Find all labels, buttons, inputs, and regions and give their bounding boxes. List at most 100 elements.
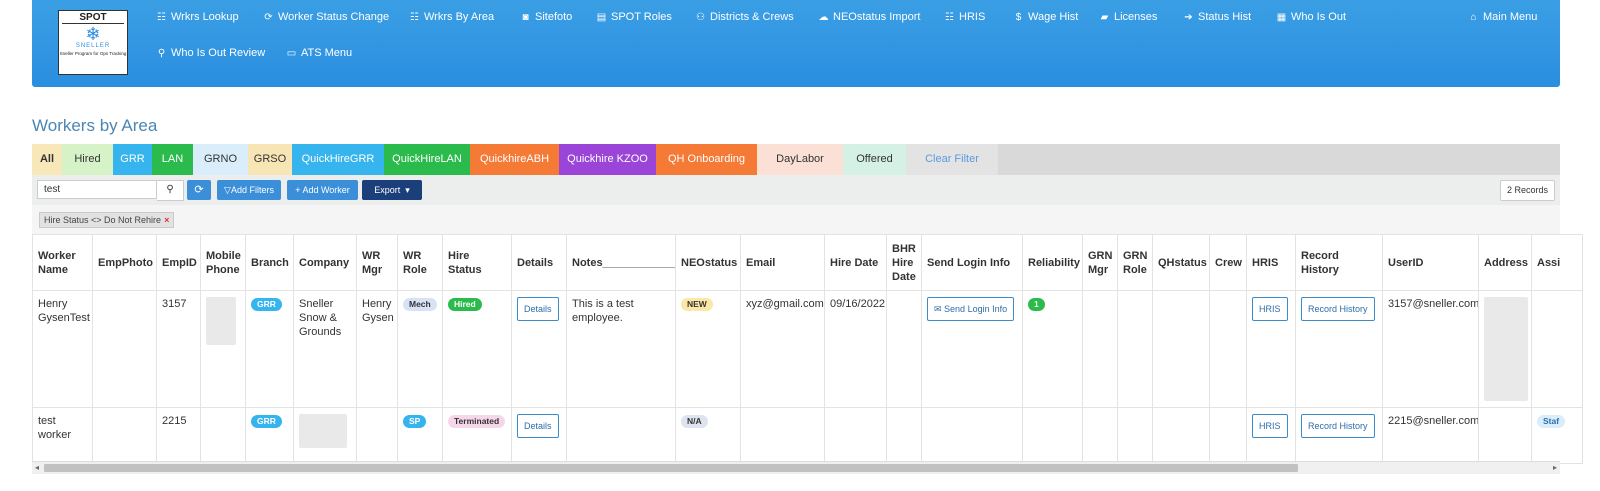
column-header[interactable]: Details [511,234,567,291]
users-icon: ☷ [945,12,954,23]
send-login-label: Send Login Info [944,304,1008,314]
column-header[interactable]: Email [740,234,825,291]
company-cell [293,407,357,464]
bhr-hire-date-cell [886,407,922,464]
scroll-left-icon[interactable]: ◂ [35,462,39,474]
column-header[interactable]: UserID [1382,234,1479,291]
nav-link-ats-menu[interactable]: ▭ ATS Menu [286,47,352,59]
nav-link-label: Districts & Crews [710,11,794,23]
close-icon[interactable]: × [164,215,169,225]
nav-link-wrkrs-by-area[interactable]: ☷ Wrkrs By Area [409,11,494,23]
tab-grr[interactable]: GRR [113,144,152,175]
horizontal-scrollbar[interactable]: ◂ ▸ [32,461,1560,474]
filter-chip-label: Hire Status <> Do Not Rehire [44,215,162,225]
scroll-right-icon[interactable]: ▸ [1553,462,1557,474]
table-row[interactable]: test worker 2215 GRR SP Terminated Detai… [32,407,1583,464]
nav-link-label: Wrkrs By Area [424,11,495,23]
column-header[interactable]: Worker Name [32,234,93,291]
nav-link-wrkrs-lookup[interactable]: ☷ Wrkrs Lookup [156,11,239,23]
search-input[interactable]: test [37,180,157,199]
tab-grno[interactable]: GRNO [193,144,248,175]
nav-link-hris[interactable]: ☷ HRIS [944,11,985,23]
column-header[interactable]: Assi [1531,234,1583,291]
column-header[interactable]: NEOstatus [675,234,741,291]
column-header[interactable]: Company [293,234,357,291]
details-button[interactable]: Details [517,297,559,321]
nav-link-status-hist[interactable]: ➔ Status Hist [1183,11,1251,23]
column-header[interactable]: GRN Role [1117,234,1153,291]
search-icon[interactable]: ⚲ [157,180,184,201]
assignment-cell [1531,290,1583,408]
column-header[interactable]: WR Role [397,234,443,291]
column-header[interactable]: Crew [1209,234,1247,291]
tab-lan[interactable]: LAN [152,144,193,175]
cloud-upload-icon: ☁ [818,12,829,23]
table-row[interactable]: Henry GysenTest 3157 GRR Sneller Snow & … [32,290,1583,408]
grn-mgr-cell [1082,407,1118,464]
notes-cell [566,407,676,464]
spot-logo[interactable]: SPOT ❄ SNELLER Sneller Program for Ops T… [58,10,128,75]
tab-hired[interactable]: Hired [62,144,113,175]
nav-link-worker-status-change[interactable]: ⟳ Worker Status Change [263,11,389,23]
column-header[interactable]: Mobile Phone [200,234,246,291]
nav-link-main-menu[interactable]: ⌂ Main Menu [1468,11,1537,23]
column-header[interactable]: BHR Hire Date [886,234,922,291]
nav-link-districts-crews[interactable]: ⚇ Districts & Crews [695,11,794,23]
worker-name-cell: test worker [32,407,93,464]
nav-link-wage-hist[interactable]: $ Wage Hist [1013,11,1079,23]
tab-qh-onboarding[interactable]: QH Onboarding [656,144,757,175]
column-header[interactable]: Notes____________ [566,234,676,291]
tab-offered[interactable]: Offered [843,144,906,175]
details-cell: Details [511,407,567,464]
nav-link-who-is-out[interactable]: ▦ Who Is Out [1276,11,1346,23]
details-button[interactable]: Details [517,414,559,438]
column-header[interactable]: Hire Status [442,234,512,291]
record-history-button[interactable]: Record History [1301,297,1375,321]
column-header[interactable]: Send Login Info [921,234,1023,291]
tab-quickhire-kzoo[interactable]: Quickhire KZOO [559,144,656,175]
document-icon: ▤ [596,12,607,23]
tab-grso[interactable]: GRSO [248,144,292,175]
tab-all[interactable]: All [32,144,62,175]
nav-link-who-is-out-review[interactable]: ⚲ Who Is Out Review [156,47,265,59]
add-filters-button[interactable]: ▽Add Filters [217,180,281,200]
column-header[interactable]: Reliability [1022,234,1083,291]
record-history-button[interactable]: Record History [1301,414,1375,438]
column-header[interactable]: EmpPhoto [92,234,157,291]
column-header[interactable]: EmpID [156,234,201,291]
add-filters-label: Add Filters [230,185,274,195]
tab-clear-filter[interactable]: Clear Filter [906,144,998,175]
export-button[interactable]: Export ▾ [362,180,422,200]
nav-link-label: Wrkrs Lookup [171,11,239,23]
email-cell [740,407,825,464]
column-header[interactable]: WR Mgr [356,234,398,291]
nav-link-neostatus-import[interactable]: ☁ NEOstatus Import [818,11,921,23]
column-header[interactable]: Hire Date [824,234,887,291]
active-filters-bar: Hire Status <> Do Not Rehire × [32,205,1560,234]
column-header[interactable]: GRN Mgr [1082,234,1118,291]
status-badge: Hired [448,298,482,311]
hris-button[interactable]: HRIS [1252,414,1288,438]
hris-button[interactable]: HRIS [1252,297,1288,321]
nav-link-sitefoto[interactable]: ◙ Sitefoto [520,11,572,23]
column-header[interactable]: Branch [245,234,294,291]
logo-tagline: Sneller Program for Ops Tracking [59,51,127,56]
tab-daylabor[interactable]: DayLabor [757,144,843,175]
hire-date-cell [824,407,887,464]
nav-link-licenses[interactable]: ▰ Licenses [1099,11,1158,23]
column-header[interactable]: HRIS [1246,234,1296,291]
add-worker-button[interactable]: + Add Worker [287,180,358,200]
column-header[interactable]: QHstatus [1152,234,1210,291]
hris-cell: HRIS [1246,407,1296,464]
tab-quickhiregrr[interactable]: QuickHireGRR [292,144,384,175]
column-header[interactable]: Address [1478,234,1532,291]
tab-quickhireabh[interactable]: QuickhireABH [470,144,559,175]
send-login-button[interactable]: ✉ Send Login Info [927,297,1015,321]
column-header[interactable]: Record History [1295,234,1383,291]
refresh-button[interactable]: ⟳ [187,180,211,200]
tab-quickhirelan[interactable]: QuickHireLAN [384,144,470,175]
sign-out-icon: ➔ [1184,12,1193,23]
nav-link-spot-roles[interactable]: ▤ SPOT Roles [596,11,672,23]
scrollbar-thumb[interactable] [44,464,1298,472]
filter-chip[interactable]: Hire Status <> Do Not Rehire × [39,212,175,228]
